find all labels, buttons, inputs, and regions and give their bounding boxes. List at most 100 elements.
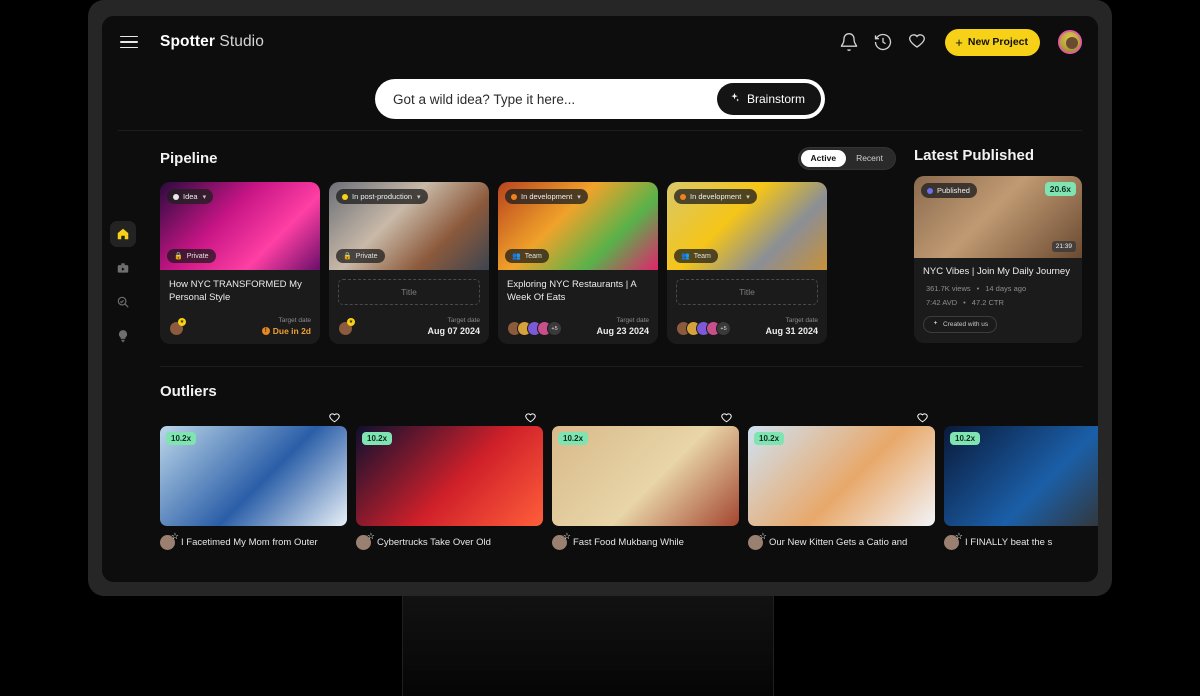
sidebar-item-home[interactable] [110,221,136,247]
avatar: ★ [169,321,184,336]
outlier-thumbnail: 10.2x [160,426,347,526]
multiplier-badge: 10.2x [754,432,784,445]
date-label: Target date [596,317,649,324]
outlier-title: Fast Food Mukbang While [573,537,684,548]
hamburger-icon[interactable] [120,36,138,49]
status-dot [342,194,348,200]
team-icon: 👥 [681,252,690,260]
views-count: 361.7K views [926,284,971,293]
card-thumbnail: In post-production ▾ 🔒 Private [329,182,489,270]
pipeline-card[interactable]: Idea ▾ 🔒 Private How NYC TRANSFORMED My … [160,182,320,344]
multiplier-badge: 10.2x [558,432,588,445]
avatar-stack: ★ [169,321,179,336]
new-project-button[interactable]: + New Project [945,29,1040,56]
sidebar-item-research[interactable] [110,289,136,315]
outlier-title: Cybertrucks Take Over Old [377,537,491,548]
sidebar-item-projects[interactable] [110,255,136,281]
brainstorm-button[interactable]: Brainstorm [717,83,821,115]
channel-avatar: ☆ [160,535,175,550]
outliers-card-list: 10.2x ☆ I Facetimed My Mom from Outer 10… [160,426,1082,550]
status-badge[interactable]: Idea ▾ [167,189,213,204]
sparkle-icon [932,320,939,329]
app-screen: Spotter Studio + New Project [102,16,1098,582]
outlier-title: Our New Kitten Gets a Catio and [769,537,907,548]
created-with-us-label: Created with us [943,321,988,328]
pipeline-header: Pipeline Active Recent [160,131,896,182]
outliers-section: Outliers 10.2x ☆ I Facetimed My Mom from… [144,367,1098,550]
toggle-option-recent[interactable]: Recent [846,150,893,167]
pipeline-card[interactable]: In post-production ▾ 🔒 Private Title ★ T… [329,182,489,344]
card-footer: ★ Target date !Due in 2d [169,317,311,336]
card-date: Target date !Due in 2d [262,317,311,336]
pipeline-column: Pipeline Active Recent Idea ▾ 🔒 Private [160,131,896,344]
content-inner: Pipeline Active Recent Idea ▾ 🔒 Private [102,131,1098,550]
status-badge[interactable]: In development ▾ [505,189,588,204]
card-footer: +5 Target date Aug 31 2024 [676,317,818,336]
pipeline-card[interactable]: In development ▾ 👥 Team Exploring NYC Re… [498,182,658,344]
outlier-card[interactable]: 10.2x ☆ Our New Kitten Gets a Catio and [748,426,935,550]
status-badge[interactable]: Published [921,183,977,198]
avatar-stack: +5 [676,321,726,336]
heart-outline-icon[interactable] [916,412,929,425]
chevron-down-icon: ▾ [203,193,207,201]
created-with-us-badge: Created with us [923,316,997,333]
notifications-icon[interactable] [839,32,859,52]
privacy-label: Private [187,253,209,260]
channel-avatar: ☆ [356,535,371,550]
status-label: In development [690,192,741,201]
video-title: NYC Vibes | Join My Daily Journey [923,266,1073,279]
latest-published-card[interactable]: Published 20.6x 21:39 NYC Vibes | Join M… [914,176,1082,343]
outliers-title: Outliers [160,383,217,400]
card-date: Target date Aug 07 2024 [427,317,480,336]
channel-avatar: ☆ [748,535,763,550]
status-badge[interactable]: In development ▾ [674,189,757,204]
outlier-card[interactable]: 10.2x ☆ Cybertrucks Take Over Old [356,426,543,550]
heart-outline-icon[interactable] [720,412,733,425]
outlier-card[interactable]: 10.2x ☆ I FINALLY beat the s [944,426,1098,550]
pipeline-card[interactable]: In development ▾ 👥 Team Title +5 Target … [667,182,827,344]
chevron-down-icon: ▾ [417,193,421,201]
outlier-card[interactable]: 10.2x ☆ Fast Food Mukbang While [552,426,739,550]
multiplier-badge: 10.2x [166,432,196,445]
privacy-label: Team [694,253,711,260]
card-title: How NYC TRANSFORMED My Personal Style [169,279,311,305]
star-icon: ☆ [955,532,963,541]
outlier-card[interactable]: 10.2x ☆ I Facetimed My Mom from Outer [160,426,347,550]
pipeline-area: Pipeline Active Recent Idea ▾ 🔒 Private [160,131,1082,344]
card-date: Target date Aug 31 2024 [765,317,818,336]
brainstorm-section: Brainstorm [102,68,1098,130]
card-title-placeholder[interactable]: Title [338,279,480,305]
latest-published-header: Latest Published [914,131,1082,176]
heart-outline-icon[interactable] [328,412,341,425]
multiplier-badge: 10.2x [362,432,392,445]
status-badge[interactable]: In post-production ▾ [336,189,428,204]
chevron-down-icon: ▾ [577,193,581,201]
date-value: Aug 07 2024 [427,326,480,336]
avatar-stack: +5 [507,321,557,336]
card-body: How NYC TRANSFORMED My Personal Style ★ … [160,270,320,344]
toggle-option-active[interactable]: Active [801,150,847,167]
user-avatar[interactable] [1058,30,1082,54]
latest-published-title: Latest Published [914,147,1034,164]
pipeline-filter-toggle: Active Recent [798,147,896,170]
privacy-label: Team [525,253,542,260]
status-label: Published [937,186,970,195]
outlier-footer: ☆ I FINALLY beat the s [944,535,1098,550]
heart-outline-icon[interactable] [524,412,537,425]
video-stats-secondary: 7:42 AVD•47.2 CTR [923,298,1073,307]
star-icon: ☆ [759,532,767,541]
history-icon[interactable] [873,32,893,52]
brainstorm-bar: Brainstorm [375,79,825,119]
latest-published-body: NYC Vibes | Join My Daily Journey 361.7K… [914,258,1082,343]
sidebar-item-ideas[interactable] [110,323,136,349]
outliers-header: Outliers [160,367,1082,412]
brainstorm-input[interactable] [393,92,717,107]
avatar-overflow: +5 [716,321,731,336]
outlier-footer: ☆ Cybertrucks Take Over Old [356,535,543,550]
card-title-placeholder[interactable]: Title [676,279,818,305]
favorites-icon[interactable] [907,32,927,52]
video-duration: 21:39 [1052,241,1076,252]
crown-icon: ★ [178,318,186,326]
date-label: Target date [262,317,311,324]
video-stats-primary: 361.7K views•14 days ago [923,284,1073,293]
